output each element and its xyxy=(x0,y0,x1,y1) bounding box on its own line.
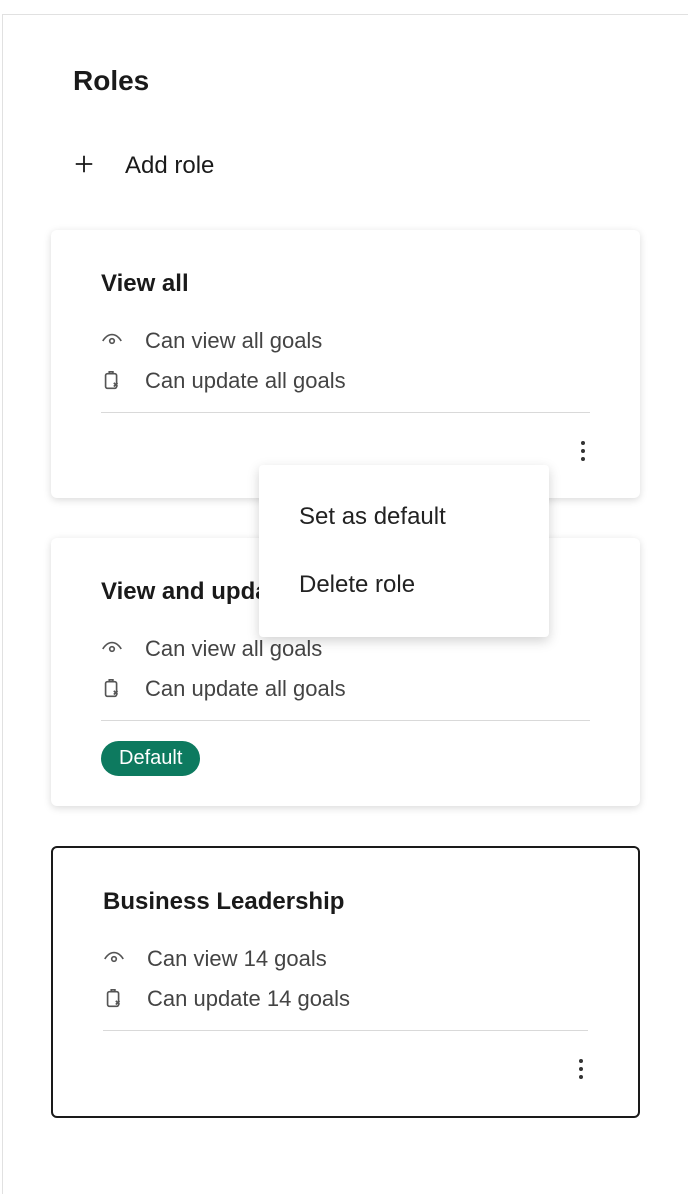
permission-view-label: Can view all goals xyxy=(145,636,322,662)
clipboard-edit-icon xyxy=(101,370,123,392)
permission-update-label: Can update 14 goals xyxy=(147,986,350,1012)
card-footer: Default xyxy=(101,736,590,781)
role-card[interactable]: Business Leadership Can view 14 goals Ca… xyxy=(51,846,640,1118)
default-badge: Default xyxy=(101,741,200,776)
permission-row: Can update all goals xyxy=(101,676,590,702)
menu-item-set-default[interactable]: Set as default xyxy=(259,483,549,551)
permission-row: Can view all goals xyxy=(101,328,590,354)
role-card[interactable]: View all Can view all goals Can update a… xyxy=(51,230,640,498)
divider xyxy=(103,1030,588,1031)
eye-icon xyxy=(101,638,123,660)
more-options-button[interactable] xyxy=(576,433,590,469)
add-role-button[interactable]: Add role xyxy=(73,152,688,180)
context-menu: Set as default Delete role xyxy=(259,465,549,637)
permission-view-label: Can view 14 goals xyxy=(147,946,327,972)
permission-row: Can update 14 goals xyxy=(103,986,588,1012)
divider xyxy=(101,720,590,721)
permission-row: Can view 14 goals xyxy=(103,946,588,972)
plus-icon xyxy=(73,153,95,179)
role-card-title: Business Leadership xyxy=(103,888,588,916)
page-title: Roles xyxy=(73,65,688,97)
permission-update-label: Can update all goals xyxy=(145,676,346,702)
permission-row: Can update all goals xyxy=(101,368,590,394)
divider xyxy=(101,412,590,413)
roles-panel: Roles Add role View all Can view all goa… xyxy=(2,14,688,1194)
eye-icon xyxy=(103,948,125,970)
role-card-title: View all xyxy=(101,270,590,298)
eye-icon xyxy=(101,330,123,352)
permission-row: Can view all goals xyxy=(101,636,590,662)
add-role-label: Add role xyxy=(125,152,214,180)
permission-update-label: Can update all goals xyxy=(145,368,346,394)
menu-item-delete-role[interactable]: Delete role xyxy=(259,551,549,619)
card-footer xyxy=(103,1046,588,1091)
clipboard-edit-icon xyxy=(103,988,125,1010)
permission-view-label: Can view all goals xyxy=(145,328,322,354)
clipboard-edit-icon xyxy=(101,678,123,700)
more-options-button[interactable] xyxy=(574,1051,588,1087)
